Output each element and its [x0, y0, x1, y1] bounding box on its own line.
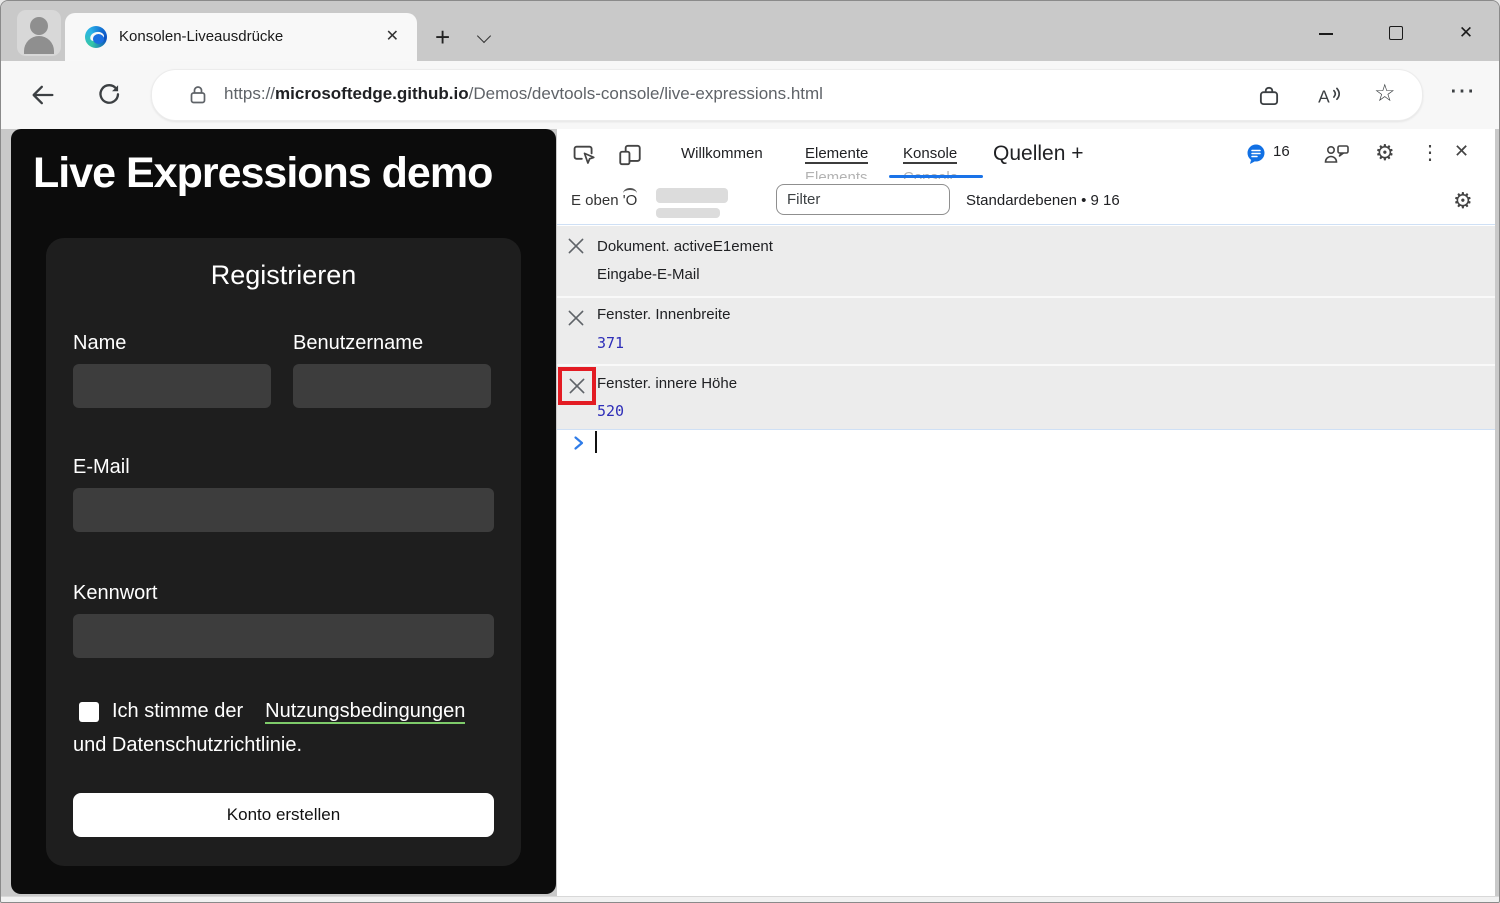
read-aloud-icon[interactable]: A	[1316, 83, 1342, 109]
url-domain: microsoftedge.github.io	[275, 84, 469, 103]
tab-title: Konsolen-Liveausdrücke	[119, 28, 283, 45]
favorite-star-icon[interactable]: ☆	[1374, 79, 1400, 105]
placeholder-bar	[656, 208, 720, 218]
terms-link[interactable]: Nutzungsbedingungen	[265, 700, 465, 724]
tab-console[interactable]: Console Konsole	[903, 129, 957, 178]
svg-text:A: A	[1318, 87, 1330, 107]
devtools-panel: Willkommen Elements Elemente Console Kon…	[557, 129, 1495, 896]
remove-expression-icon[interactable]	[565, 307, 587, 329]
url-protocol: https://	[224, 84, 275, 103]
chevron-down-icon[interactable]	[477, 29, 491, 43]
page-title: Live Expressions demo	[33, 149, 492, 198]
expression-result: 371	[597, 334, 624, 352]
browser-tab[interactable]: Konsolen-Liveausdrücke ✕	[65, 13, 417, 61]
issues-count: 16	[1273, 143, 1290, 160]
name-label: Name	[73, 332, 126, 355]
issues-bubble-icon[interactable]	[1246, 144, 1266, 164]
active-tab-underline	[889, 175, 983, 178]
username-field[interactable]	[293, 364, 491, 408]
new-tab-button[interactable]: +	[435, 25, 450, 49]
terms-line1: Ich stimme der Nutzungsbedingungen	[112, 700, 465, 723]
browser-toolbar: https://microsoftedge.github.io/Demos/de…	[1, 61, 1499, 129]
text-cursor	[595, 431, 597, 453]
expression-text: Dokument. activeE1ement	[597, 238, 773, 255]
devtools-close-icon[interactable]: ✕	[1454, 141, 1469, 162]
url-bar[interactable]: https://microsoftedge.github.io/Demos/de…	[151, 69, 1423, 121]
expression-text: Fenster. Innenbreite	[597, 306, 730, 323]
live-expression-row: Fenster. innere Höhe 520	[557, 366, 1495, 430]
minimize-icon	[1319, 33, 1333, 35]
password-label: Kennwort	[73, 582, 158, 605]
feedback-icon[interactable]	[1323, 141, 1351, 167]
maximize-icon	[1389, 26, 1403, 40]
minimize-button[interactable]	[1309, 19, 1343, 47]
live-expression-row: Fenster. Innenbreite 371	[557, 298, 1495, 366]
signup-card: Registrieren Name Benutzername E-Mail Ke…	[46, 238, 521, 866]
title-bar: Konsolen-Liveausdrücke ✕ + ✕	[1, 1, 1499, 61]
name-field[interactable]	[73, 364, 271, 408]
log-levels-dropdown[interactable]: Standardebenen • 9 16	[966, 192, 1120, 209]
browser-window: Konsolen-Liveausdrücke ✕ + ✕ https://mic…	[0, 0, 1500, 903]
remove-expression-icon[interactable]	[566, 375, 588, 397]
console-toolbar: E oben 'O Standardebenen • 9 16 ⚙	[557, 179, 1495, 225]
placeholder-bar	[656, 188, 728, 203]
settings-more-icon[interactable]: ⋯	[1449, 75, 1475, 106]
console-filter-input[interactable]	[776, 184, 950, 215]
demo-page: Live Expressions demo Registrieren Name …	[11, 129, 556, 894]
avatar-icon-body	[24, 36, 54, 54]
devtools-settings-gear-icon[interactable]: ⚙	[1375, 141, 1395, 165]
maximize-button[interactable]	[1379, 19, 1413, 47]
device-emulation-icon[interactable]	[617, 142, 643, 168]
profile-avatar[interactable]	[17, 10, 61, 56]
url-path: /Demos/devtools-console/live-expressions…	[469, 84, 823, 103]
prompt-chevron-icon	[573, 435, 585, 451]
expression-result: 520	[597, 402, 624, 420]
tab-close-icon[interactable]: ✕	[386, 26, 399, 48]
remove-expression-icon[interactable]	[565, 235, 587, 257]
email-field[interactable]	[73, 488, 494, 532]
red-highlight-box	[558, 367, 596, 405]
tab-elements[interactable]: Elements Elemente	[805, 129, 868, 178]
live-expression-row: Dokument. activeE1ement Eingabe-E-Mail	[557, 226, 1495, 298]
lock-icon[interactable]	[186, 83, 210, 107]
inspect-element-icon[interactable]	[571, 142, 597, 168]
close-window-button[interactable]: ✕	[1449, 19, 1483, 47]
create-account-button[interactable]: Konto erstellen	[73, 793, 494, 837]
devtools-toolbar: Willkommen Elements Elemente Console Kon…	[557, 129, 1495, 180]
terms-prefix: Ich stimme der	[112, 700, 243, 722]
console-input[interactable]	[557, 429, 1495, 469]
terms-checkbox[interactable]	[79, 702, 99, 722]
devtools-kebab-icon[interactable]: ⋮	[1420, 140, 1440, 165]
window-bottom-strip	[1, 896, 1499, 903]
browser-essentials-icon[interactable]	[1256, 83, 1282, 109]
back-icon[interactable]	[29, 81, 57, 109]
form-title: Registrieren	[46, 260, 521, 291]
eye-icon	[623, 188, 637, 199]
reload-icon[interactable]	[95, 81, 123, 109]
username-label: Benutzername	[293, 332, 423, 355]
email-label: E-Mail	[73, 456, 130, 479]
password-field[interactable]	[73, 614, 494, 658]
expression-result: Eingabe-E-Mail	[597, 266, 700, 283]
tab-sources[interactable]: Quellen +	[993, 129, 1083, 178]
console-settings-gear-icon[interactable]: ⚙	[1453, 189, 1473, 213]
url-text: https://microsoftedge.github.io/Demos/de…	[224, 84, 823, 104]
edge-logo-icon	[85, 26, 107, 48]
terms-line2: und Datenschutzrichtlinie.	[73, 734, 302, 757]
tab-welcome[interactable]: Willkommen	[681, 129, 763, 178]
avatar-icon	[30, 17, 48, 35]
expression-text: Fenster. innere Höhe	[597, 375, 737, 392]
